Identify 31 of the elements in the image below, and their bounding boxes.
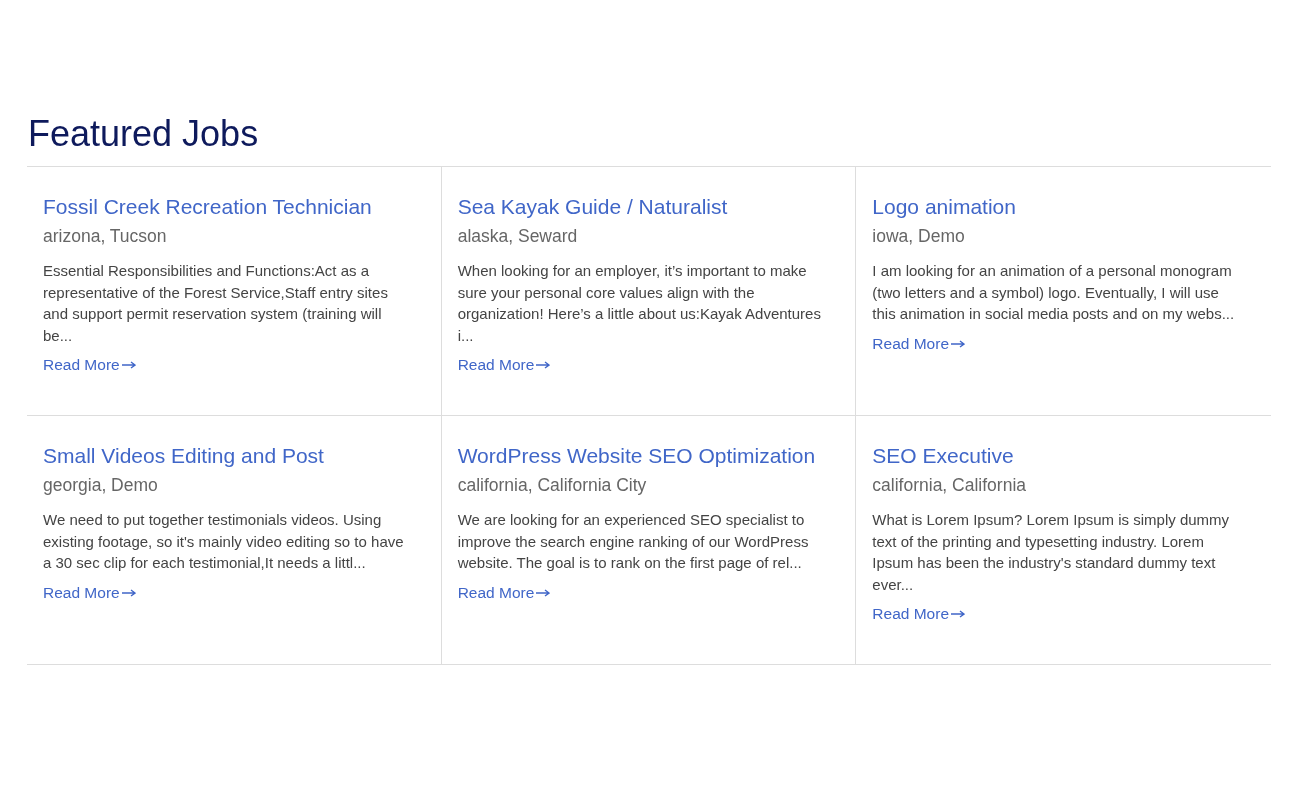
- job-description: When looking for an employer, it’s important to make sure your personal core values align with the organization! Here’s a little about us:Kayak Adventures i...: [457, 261, 822, 346]
- job-description: Essential Responsibilities and Functions:Act as a representative of the Forest Service,Staff entry sites and support permit reservation system (training will be...: [43, 261, 389, 346]
- job-description: I am looking for an animation of a personal monogram (two letters and a symbol) logo. Eventually, I will use this animation in social media posts and on my webs...: [872, 261, 1236, 325]
- arrow-icon: [951, 339, 965, 348]
- arrow-icon: [536, 588, 551, 597]
- job-location: arizona, Tucson: [43, 225, 168, 248]
- read-more-link[interactable]: Read More: [872, 334, 965, 353]
- read-more-link[interactable]: Read More: [457, 583, 551, 602]
- job-title[interactable]: SEO Executive: [872, 442, 1255, 470]
- job-location: iowa, Demo: [872, 225, 966, 248]
- job-title[interactable]: WordPress Website SEO Optimization: [457, 442, 840, 470]
- arrow-icon: [121, 361, 136, 370]
- section-heading: Featured Jobs: [28, 112, 260, 156]
- job-title[interactable]: Logo animation: [872, 193, 1255, 221]
- read-more-link[interactable]: Read More: [43, 583, 136, 602]
- job-description: What is Lorem Ipsum? Lorem Ipsum is simply dummy text of the printing and typesetting industry. Lorem Ipsum has been the industry's standard dummy text ever...: [872, 510, 1231, 595]
- read-more-link[interactable]: Read More: [457, 356, 551, 375]
- job-title[interactable]: Small Videos Editing and Post: [43, 442, 425, 470]
- job-description: We are looking for an experienced SEO specialist to improve the search engine ranking of our WordPress website. The goal is to rank on the first page of rel...: [457, 510, 810, 574]
- job-location: california, California City: [457, 474, 648, 497]
- job-location: georgia, Demo: [43, 474, 159, 497]
- arrow-icon: [121, 588, 136, 597]
- job-title[interactable]: Sea Kayak Guide / Naturalist: [457, 193, 840, 221]
- arrow-icon: [536, 361, 551, 370]
- read-more-link[interactable]: Read More: [43, 356, 136, 375]
- job-title[interactable]: Fossil Creek Recreation Technician: [43, 193, 425, 221]
- job-location: california, California: [872, 474, 1027, 497]
- job-location: alaska, Seward: [457, 225, 579, 248]
- job-description: We need to put together testimonials videos. Using existing footage, so it's mainly video editing so to have a 30 sec clip for each testimonial,It needs a littl...: [43, 510, 405, 574]
- arrow-icon: [951, 610, 965, 619]
- read-more-link[interactable]: Read More: [872, 605, 965, 624]
